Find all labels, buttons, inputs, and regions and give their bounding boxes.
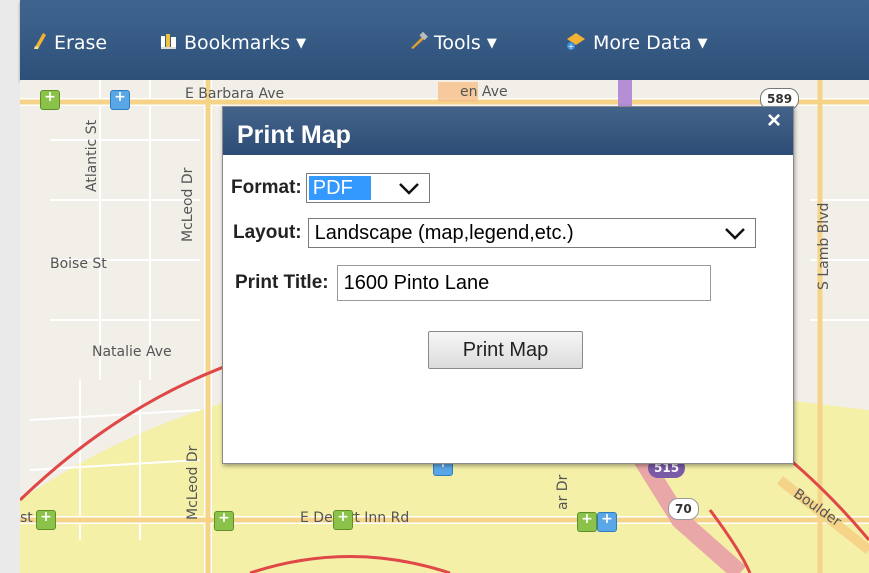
chevron-down-icon: ▼ [296, 35, 307, 51]
bookmarks-label: Bookmarks [184, 32, 291, 54]
poi-marker[interactable] [333, 509, 353, 530]
layout-select[interactable]: Landscape (map,legend,etc.) [307, 218, 756, 250]
poi-marker[interactable] [597, 511, 617, 532]
layout-row: Layout: Landscape (map,legend,etc.) [233, 218, 756, 248]
tools-icon [408, 31, 428, 55]
map-label-boise-st: Boise St [50, 256, 107, 272]
map-label-desert-inn-rd: E Desert Inn Rd [300, 510, 410, 526]
dialog-title: Print Map [237, 121, 351, 149]
more-data-icon: + [565, 31, 587, 56]
eraser-icon [32, 32, 48, 55]
print-title-label: Print Title: [235, 272, 329, 293]
print-map-button[interactable]: Print Map [428, 331, 583, 369]
print-title-row: Print Title: [235, 265, 711, 301]
print-title-input[interactable] [336, 265, 711, 301]
close-icon[interactable]: × [767, 93, 781, 149]
chevron-down-icon [723, 222, 747, 250]
dialog-header[interactable]: Print Map × [223, 107, 793, 155]
map-label-mcleod-dr: McLeod Dr [180, 167, 196, 242]
format-label: Format: [231, 177, 302, 198]
poi-marker[interactable] [40, 89, 60, 110]
poi-marker[interactable] [214, 510, 234, 531]
left-panel-strip [0, 0, 21, 573]
poi-marker[interactable] [577, 511, 597, 532]
more-data-menu[interactable]: + More Data ▼ [565, 30, 708, 56]
bookmarks-menu[interactable]: Bookmarks ▼ [160, 30, 306, 56]
layout-selected-value: Landscape (map,legend,etc.) [314, 221, 574, 244]
chevron-down-icon: ▼ [486, 35, 497, 51]
route-shield-70: 70 [668, 498, 699, 520]
svg-text:+: + [568, 42, 575, 51]
chevron-down-icon: ▼ [697, 35, 708, 51]
layout-label: Layout: [233, 222, 302, 243]
poi-marker[interactable] [110, 89, 130, 110]
erase-label: Erase [54, 32, 108, 54]
map-label-mcleod-dr-south: McLeod Dr [185, 445, 201, 520]
map-label-dr: ar Dr [555, 474, 571, 510]
bookmarks-icon [160, 32, 178, 55]
print-map-dialog: Print Map × Format: PDF Layout: Landscap… [222, 106, 794, 464]
top-toolbar: Erase Bookmarks ▼ Tools ▼ + More Data ▼ [20, 0, 869, 80]
chevron-down-icon [397, 177, 421, 205]
map-label-atlantic-st: Atlantic St [84, 119, 100, 192]
erase-menu[interactable]: Erase [32, 30, 107, 56]
tools-label: Tools [434, 32, 481, 54]
map-label-lamb-blvd: S Lamb Blvd [816, 202, 832, 290]
map-label-st: st [20, 510, 33, 526]
map-label-natalie-ave: Natalie Ave [92, 344, 172, 360]
map-label-glen-ave: en Ave [460, 84, 508, 100]
format-select[interactable]: PDF [305, 173, 430, 205]
more-data-label: More Data [593, 32, 692, 54]
map-label-barbara-ave: E Barbara Ave [185, 86, 285, 102]
tools-menu[interactable]: Tools ▼ [408, 30, 497, 56]
format-selected-value: PDF [308, 176, 371, 200]
poi-marker[interactable] [36, 509, 56, 530]
format-row: Format: PDF [231, 173, 430, 203]
